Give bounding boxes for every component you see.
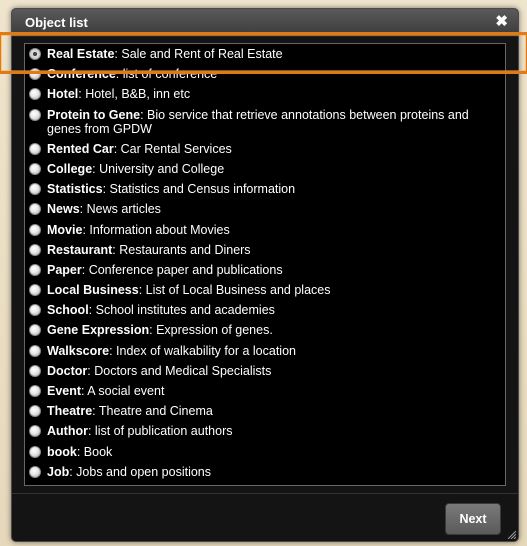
item-name: Statistics: [47, 182, 103, 197]
item-name: Protein to Gene: [47, 107, 141, 122]
item-description: : Statistics and Census information: [102, 182, 296, 197]
radio-button-icon[interactable]: [29, 263, 41, 276]
list-item[interactable]: Conference: list of conference: [25, 67, 505, 81]
item-name: Conference: [47, 67, 116, 82]
radio-button-icon[interactable]: [29, 344, 41, 357]
radio-button-icon[interactable]: [29, 88, 41, 101]
list-item[interactable]: News: News articles: [25, 202, 505, 216]
radio-button-icon[interactable]: [29, 324, 41, 337]
radio-button-icon[interactable]: [29, 465, 41, 478]
item-description: : Conference paper and publications: [81, 262, 283, 277]
item-name: book: [47, 444, 77, 459]
list-item[interactable]: Rented Car: Car Rental Services: [25, 142, 505, 156]
list-item[interactable]: College: University and College: [25, 162, 505, 176]
radio-button-icon[interactable]: [29, 304, 41, 317]
list-item[interactable]: School: School institutes and academies: [25, 303, 505, 317]
item-name: Author: [47, 424, 88, 439]
item-name: School: [47, 303, 89, 318]
list-item[interactable]: book: Book: [25, 445, 505, 459]
list-item[interactable]: Theatre: Theatre and Cinema: [25, 404, 505, 418]
item-description: : Book: [76, 444, 113, 459]
list-item[interactable]: Local Business: List of Local Business a…: [25, 283, 505, 297]
item-name: Walkscore: [47, 343, 110, 358]
radio-button-icon[interactable]: [29, 183, 41, 196]
resize-grip-icon[interactable]: [506, 529, 516, 539]
radio-button-icon[interactable]: [29, 203, 41, 216]
next-button[interactable]: Next: [445, 503, 501, 535]
item-name: Restaurant: [47, 242, 113, 257]
item-description: : Theatre and Cinema: [92, 404, 213, 419]
radio-button-icon[interactable]: [29, 108, 41, 121]
radio-button-icon[interactable]: [29, 142, 41, 155]
radio-button-icon[interactable]: [29, 425, 41, 438]
radio-button-icon[interactable]: [29, 385, 41, 397]
item-description: : Sale and Rent of Real Estate: [114, 47, 283, 61]
item-description: : A social event: [81, 384, 165, 398]
list-item[interactable]: Walkscore: Index of walkability for a lo…: [25, 344, 505, 358]
list-item[interactable]: Gene Expression: Expression of genes.: [25, 323, 505, 337]
object-list-dialog: Object list ✖ Real Estate: Sale and Rent…: [11, 8, 519, 542]
footer-divider: [12, 493, 518, 494]
item-description: : list of conference: [115, 67, 218, 82]
list-item[interactable]: Paper: Conference paper and publications: [25, 263, 505, 277]
radio-button-icon[interactable]: [29, 364, 41, 377]
radio-button-icon[interactable]: [29, 162, 41, 175]
list-item[interactable]: Real Estate: Sale and Rent of Real Estat…: [25, 47, 505, 61]
item-description: : School institutes and academies: [88, 303, 275, 318]
item-name: Job: [47, 464, 70, 479]
list-item[interactable]: Protein to Gene: Bio service that retrie…: [25, 108, 505, 136]
radio-button-icon[interactable]: [29, 48, 41, 60]
item-name: Paper: [47, 262, 82, 277]
list-item[interactable]: Job: Jobs and open positions: [25, 465, 505, 479]
item-name: Real Estate: [47, 47, 115, 61]
item-description: : Jobs and open positions: [69, 464, 212, 479]
dialog-titlebar[interactable]: Object list ✖: [12, 9, 518, 37]
object-listbox[interactable]: Real Estate: Sale and Rent of Real Estat…: [24, 43, 506, 486]
object-list: Real Estate: Sale and Rent of Real Estat…: [25, 47, 505, 485]
item-name: Theatre: [47, 404, 93, 419]
item-name: Event: [47, 384, 82, 398]
item-name: Movie: [47, 222, 83, 237]
radio-button-icon[interactable]: [29, 243, 41, 256]
radio-button-icon[interactable]: [29, 445, 41, 458]
list-item[interactable]: Hotel: Hotel, B&B, inn etc: [25, 87, 505, 101]
item-description: : list of publication authors: [87, 424, 233, 439]
item-name: Hotel: [47, 87, 79, 102]
item-name: Gene Expression: [47, 323, 150, 338]
item-name: Doctor: [47, 363, 88, 378]
item-description: : Doctors and Medical Specialists: [87, 363, 272, 378]
list-item[interactable]: Event: A social event: [25, 384, 505, 398]
item-description: : Index of walkability for a location: [109, 343, 296, 358]
item-name: News: [47, 202, 80, 217]
list-item[interactable]: Doctor: Doctors and Medical Specialists: [25, 364, 505, 378]
item-name: Rented Car: [47, 141, 114, 156]
item-description: : Hotel, B&B, inn etc: [78, 87, 191, 102]
list-item[interactable]: Movie: Information about Movies: [25, 223, 505, 237]
radio-button-icon[interactable]: [29, 284, 41, 297]
list-item[interactable]: Statistics: Statistics and Census inform…: [25, 182, 505, 196]
radio-button-icon[interactable]: [29, 223, 41, 236]
item-description: : University and College: [92, 161, 225, 176]
item-name: College: [47, 161, 93, 176]
item-description: : Information about Movies: [82, 222, 230, 237]
dialog-title: Object list: [25, 15, 88, 30]
close-icon[interactable]: ✖: [495, 13, 508, 31]
radio-button-icon[interactable]: [29, 68, 41, 81]
list-item[interactable]: Author: list of publication authors: [25, 424, 505, 438]
list-item[interactable]: Restaurant: Restaurants and Diners: [25, 243, 505, 257]
item-description: : Restaurants and Diners: [112, 242, 251, 257]
item-description: : Expression of genes.: [149, 323, 273, 338]
item-description: : News articles: [79, 202, 161, 217]
item-description: : Car Rental Services: [113, 141, 232, 156]
radio-button-icon[interactable]: [29, 405, 41, 418]
item-name: Local Business: [47, 283, 139, 298]
item-description: : List of Local Business and places: [138, 283, 331, 298]
